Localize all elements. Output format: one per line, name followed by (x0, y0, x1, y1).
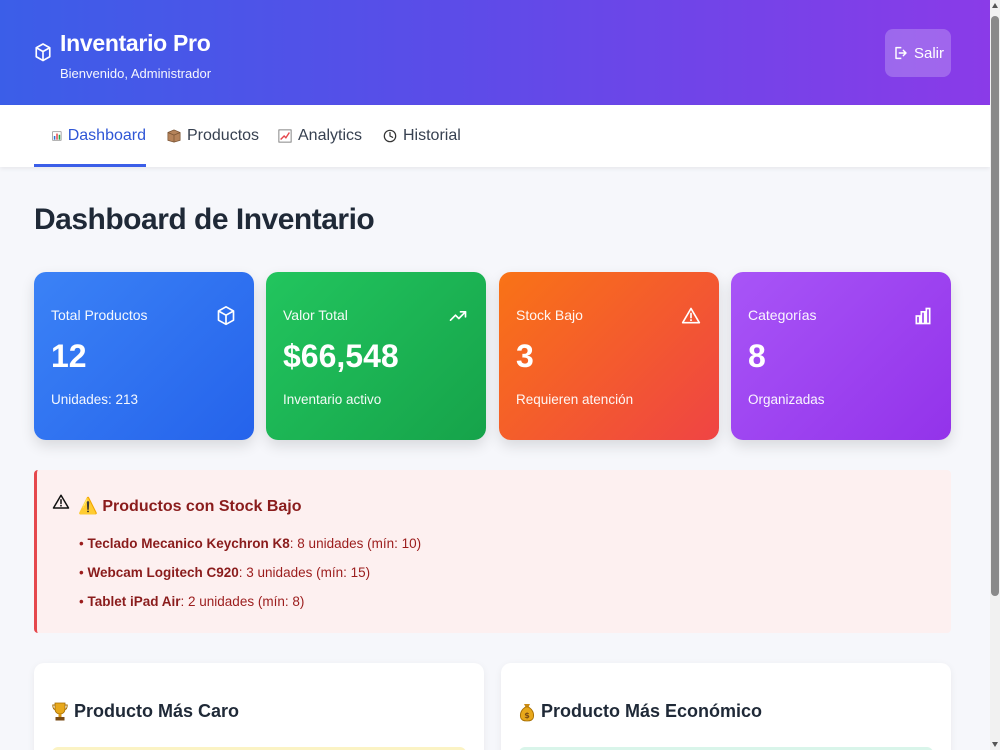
stat-card-low-stock: Stock Bajo 3 Requieren atención (499, 272, 719, 440)
cube-icon (35, 43, 51, 62)
stat-label: Stock Bajo (516, 307, 583, 323)
box-icon (167, 129, 181, 143)
panel-title-text: Producto Más Caro (74, 701, 240, 721)
logout-icon (895, 46, 907, 60)
tab-label: Productos (187, 127, 260, 144)
stat-value: 8 (748, 338, 766, 374)
tab-label: Historial (403, 127, 461, 144)
scroll-thumb[interactable] (991, 16, 999, 596)
stat-card-categories: Categorías 8 Organizadas (731, 272, 951, 440)
cube-icon (217, 306, 235, 326)
product-detail: : 8 unidades (mín: 10) (289, 536, 422, 551)
page-title: Dashboard de Inventario (34, 203, 375, 236)
list-item: • Webcam Logitech C920: 3 unidades (mín:… (79, 565, 371, 580)
list-item: • Teclado Mecanico Keychron K8: 8 unidad… (79, 536, 422, 551)
scroll-down-icon[interactable] (992, 742, 998, 747)
low-stock-alert: ⚠️ Productos con Stock Bajo • Teclado Me… (34, 470, 951, 633)
alert-title-text: ⚠️ Productos con Stock Bajo (78, 498, 302, 515)
stat-label: Categorías (748, 307, 817, 323)
product-name: Teclado Mecanico Keychron K8 (87, 536, 290, 551)
panel-title-text: Producto Más Económico (541, 701, 763, 721)
money-bag-icon: $ (519, 703, 535, 721)
bar-chart-icon (915, 307, 931, 325)
tab-dashboard[interactable]: Dashboard (34, 105, 146, 167)
most-expensive-panel: Producto Más Caro (34, 663, 484, 750)
stat-card-total-products: Total Productos 12 Unidades: 213 (34, 272, 254, 440)
trophy-icon (52, 702, 68, 720)
logout-label: Salir (913, 44, 944, 62)
stat-value: $66,548 (283, 338, 399, 374)
logout-button[interactable]: Salir (885, 29, 951, 77)
tab-label: Dashboard (67, 127, 146, 144)
app-title: Inventario Pro (60, 30, 211, 56)
trend-chart-icon (278, 129, 292, 143)
clock-icon (383, 129, 397, 143)
stat-label: Total Productos (51, 307, 148, 323)
stat-label: Valor Total (283, 307, 348, 323)
scroll-up-icon[interactable] (992, 3, 998, 8)
stat-subtext: Requieren atención (516, 392, 634, 407)
welcome-text: Bienvenido, Administrador (60, 66, 212, 81)
alert-title: ⚠️ Productos con Stock Bajo (78, 496, 302, 516)
warning-icon (52, 494, 70, 509)
warning-icon (681, 307, 701, 324)
product-detail: : 3 unidades (mín: 15) (238, 565, 371, 580)
tab-productos[interactable]: Productos (167, 105, 259, 167)
tab-label: Analytics (298, 127, 363, 144)
tab-historial[interactable]: Historial (383, 105, 461, 167)
page-scrollbar[interactable] (990, 0, 1000, 750)
tab-analytics[interactable]: Analytics (278, 105, 362, 167)
stat-value: 3 (516, 338, 534, 374)
panel-title: Producto Más Caro (52, 701, 239, 722)
trending-up-icon (449, 311, 467, 321)
list-item: • Tablet iPad Air: 2 unidades (mín: 8) (79, 594, 305, 609)
cheapest-panel: $ Producto Más Económico (501, 663, 951, 750)
stat-subtext: Unidades: 213 (51, 392, 139, 407)
product-detail: : 2 unidades (mín: 8) (180, 594, 305, 609)
product-name: Webcam Logitech C920 (87, 565, 239, 580)
product-name: Tablet iPad Air (87, 594, 181, 609)
stat-value: 12 (51, 338, 87, 374)
stat-card-total-value: Valor Total $66,548 Inventario activo (266, 272, 486, 440)
app-header: Inventario Pro Bienvenido, Administrador… (0, 0, 990, 105)
main-nav: Dashboard Productos Analytics Historial (0, 105, 990, 167)
stat-subtext: Inventario activo (283, 392, 382, 407)
bar-chart-icon (52, 131, 62, 141)
svg-text:$: $ (524, 711, 530, 720)
stat-subtext: Organizadas (748, 392, 825, 407)
panel-title: $ Producto Más Económico (519, 701, 762, 722)
